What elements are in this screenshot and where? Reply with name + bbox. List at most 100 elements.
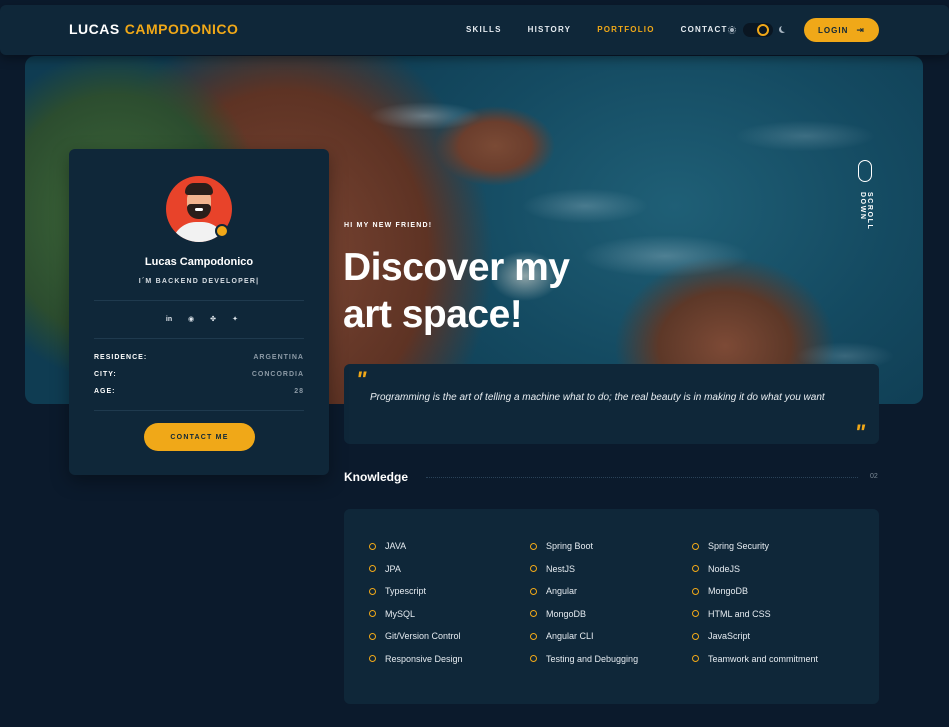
profile-divider	[94, 410, 304, 411]
skill-label: JavaScript	[708, 631, 751, 642]
skill-label: Angular CLI	[546, 631, 594, 642]
logo-first-name: LUCAS	[69, 21, 120, 37]
info-row-age: AGE: 28	[94, 388, 304, 395]
skills-box: JAVA JPA Typescript MySQL Git/Version Co…	[344, 509, 879, 704]
skill-item: NestJS	[530, 558, 638, 581]
bullet-icon	[530, 632, 537, 640]
skill-label: Teamwork and commitment	[708, 653, 819, 664]
skill-item: MySQL	[369, 603, 463, 626]
skill-item: Git/Version Control	[369, 625, 463, 648]
bullet-icon	[692, 632, 699, 640]
info-row-city: CITY: CONCORDIA	[94, 371, 304, 378]
bullet-icon	[692, 587, 699, 595]
skill-label: MySQL	[385, 608, 416, 619]
skill-label: NodeJS	[708, 563, 741, 574]
moon-icon	[779, 25, 788, 34]
quote-open-icon: "	[356, 367, 367, 392]
bullet-icon	[692, 655, 699, 663]
profile-divider	[94, 338, 304, 339]
hero-headline: Discover my art space!	[343, 244, 570, 338]
linkedin-icon[interactable]: in	[163, 315, 175, 325]
skill-item: Responsive Design	[369, 648, 463, 671]
profile-card: Lucas Campodonico I´M BACKEND DEVELOPER|…	[69, 149, 329, 475]
nav-link-history[interactable]: HISTORY	[528, 25, 572, 34]
skill-item: Angular	[530, 580, 638, 603]
info-key: AGE:	[94, 388, 116, 395]
nav-link-skills[interactable]: SKILLS	[466, 25, 502, 34]
hero-headline-line1: Discover my	[343, 246, 570, 289]
logo-last-name: CAMPODONICO	[124, 21, 239, 37]
nav-links: SKILLS HISTORY PORTFOLIO CONTACT	[466, 25, 754, 34]
nav-link-portfolio[interactable]: PORTFOLIO	[597, 25, 654, 34]
skill-item: HTML and CSS	[692, 603, 818, 626]
skill-item: Typescript	[369, 580, 463, 603]
info-key: RESIDENCE:	[94, 354, 148, 361]
bullet-icon	[530, 565, 537, 573]
login-arrow-icon: ⇥	[856, 24, 865, 35]
theme-switch-knob	[757, 24, 769, 36]
skill-label: Spring Security	[708, 541, 770, 552]
skill-item: JAVA	[369, 535, 463, 558]
knowledge-title: Knowledge	[344, 470, 409, 484]
skill-item: MongoDB	[692, 580, 818, 603]
quote-close-icon: "	[854, 420, 865, 445]
nav-link-contact[interactable]: CONTACT	[681, 25, 728, 34]
bullet-icon	[369, 587, 376, 595]
bullet-icon	[369, 632, 376, 640]
skills-column-3: Spring Security NodeJS MongoDB HTML and …	[692, 535, 818, 670]
skill-item: Spring Boot	[530, 535, 638, 558]
skill-item: Teamwork and commitment	[692, 648, 818, 671]
info-value: CONCORDIA	[251, 371, 304, 378]
skill-label: Typescript	[385, 586, 427, 597]
bullet-icon	[530, 542, 537, 550]
quote-text: Programming is the art of telling a mach…	[370, 392, 825, 403]
skill-label: MongoDB	[546, 608, 587, 619]
skill-label: Git/Version Control	[385, 631, 461, 642]
knowledge-divider	[426, 477, 858, 478]
skill-label: MongoDB	[708, 586, 749, 597]
skill-item: MongoDB	[530, 603, 638, 626]
skill-label: Responsive Design	[385, 653, 463, 664]
info-value: 28	[294, 388, 304, 395]
gitlab-icon[interactable]: ✤	[207, 315, 219, 325]
profile-divider	[94, 300, 304, 301]
github-icon[interactable]: ◉	[185, 315, 197, 325]
bullet-icon	[369, 655, 376, 663]
skill-label: NestJS	[546, 563, 576, 574]
skill-label: Angular	[546, 586, 578, 597]
skills-column-1: JAVA JPA Typescript MySQL Git/Version Co…	[369, 535, 463, 670]
scroll-down[interactable]: SCROLL DOWN	[858, 160, 873, 230]
skill-item: NodeJS	[692, 558, 818, 581]
login-label: LOGIN	[818, 25, 849, 35]
profile-name: Lucas Campodonico	[144, 256, 254, 268]
hero-greeting: HI MY NEW FRIEND!	[344, 222, 433, 229]
info-key: CITY:	[94, 371, 117, 378]
skill-item: Testing and Debugging	[530, 648, 638, 671]
site-logo[interactable]: LUCAS CAMPODONICO	[69, 21, 238, 37]
skill-item: JPA	[369, 558, 463, 581]
bullet-icon	[530, 587, 537, 595]
skills-column-2: Spring Boot NestJS Angular MongoDB Angul…	[530, 535, 638, 670]
twitter-icon[interactable]: ✦	[229, 315, 241, 325]
scroll-down-label: SCROLL DOWN	[859, 192, 873, 231]
skill-label: JAVA	[385, 541, 407, 552]
social-links: in ◉ ✤ ✦	[163, 315, 251, 325]
theme-switch[interactable]	[743, 23, 773, 37]
bullet-icon	[369, 542, 376, 550]
skill-item: Angular CLI	[530, 625, 638, 648]
skill-item: Spring Security	[692, 535, 818, 558]
contact-me-button[interactable]: CONTACT ME	[144, 423, 255, 451]
profile-role: I´M BACKEND DEVELOPER|	[138, 278, 260, 285]
bullet-icon	[692, 542, 699, 550]
skill-label: HTML and CSS	[708, 608, 771, 619]
status-dot	[215, 224, 229, 238]
skill-item: JavaScript	[692, 625, 818, 648]
skill-label: JPA	[385, 563, 401, 574]
theme-toggle	[727, 23, 788, 37]
login-button[interactable]: LOGIN ⇥	[804, 18, 879, 42]
sun-icon	[727, 25, 737, 35]
knowledge-number: 02	[870, 473, 878, 480]
skill-label: Spring Boot	[546, 541, 594, 552]
bullet-icon	[369, 565, 376, 573]
bullet-icon	[369, 610, 376, 618]
